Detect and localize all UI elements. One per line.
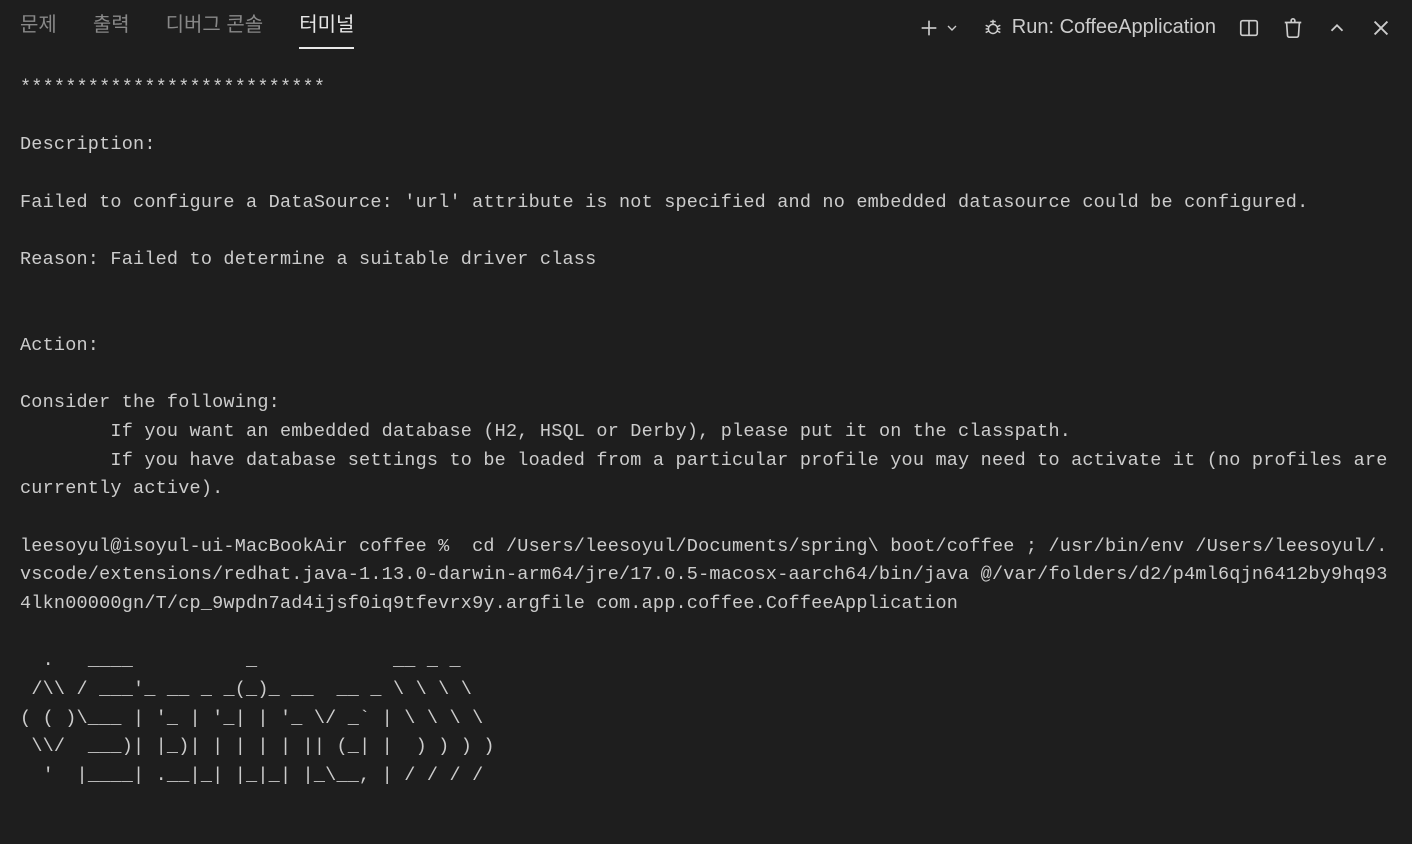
kill-terminal-button[interactable] xyxy=(1282,17,1304,39)
split-icon xyxy=(1238,17,1260,39)
split-terminal-button[interactable] xyxy=(1238,17,1260,39)
terminal-profile-label[interactable]: Run: CoffeeApplication xyxy=(982,16,1216,39)
terminal-toolbar: Run: CoffeeApplication xyxy=(918,16,1392,39)
new-terminal-button[interactable] xyxy=(918,17,960,39)
tab-output[interactable]: 출력 xyxy=(93,8,130,47)
maximize-panel-button[interactable] xyxy=(1326,17,1348,39)
tab-debug-console[interactable]: 디버그 콘솔 xyxy=(166,8,264,47)
chevron-down-icon xyxy=(944,20,960,36)
panel-header: 문제 출력 디버그 콘솔 터미널 Run: CoffeeApplication xyxy=(0,0,1412,56)
tab-terminal[interactable]: 터미널 xyxy=(299,8,354,47)
close-panel-button[interactable] xyxy=(1370,17,1392,39)
chevron-up-icon xyxy=(1326,17,1348,39)
trash-icon xyxy=(1282,17,1304,39)
tab-problems[interactable]: 문제 xyxy=(20,8,57,47)
run-profile-text: Run: CoffeeApplication xyxy=(1012,16,1216,39)
close-icon xyxy=(1370,17,1392,39)
debug-icon xyxy=(982,17,1004,39)
plus-icon xyxy=(918,17,940,39)
terminal-output[interactable]: *************************** Description:… xyxy=(0,56,1412,809)
panel-tabs: 문제 출력 디버그 콘솔 터미널 xyxy=(20,8,354,47)
